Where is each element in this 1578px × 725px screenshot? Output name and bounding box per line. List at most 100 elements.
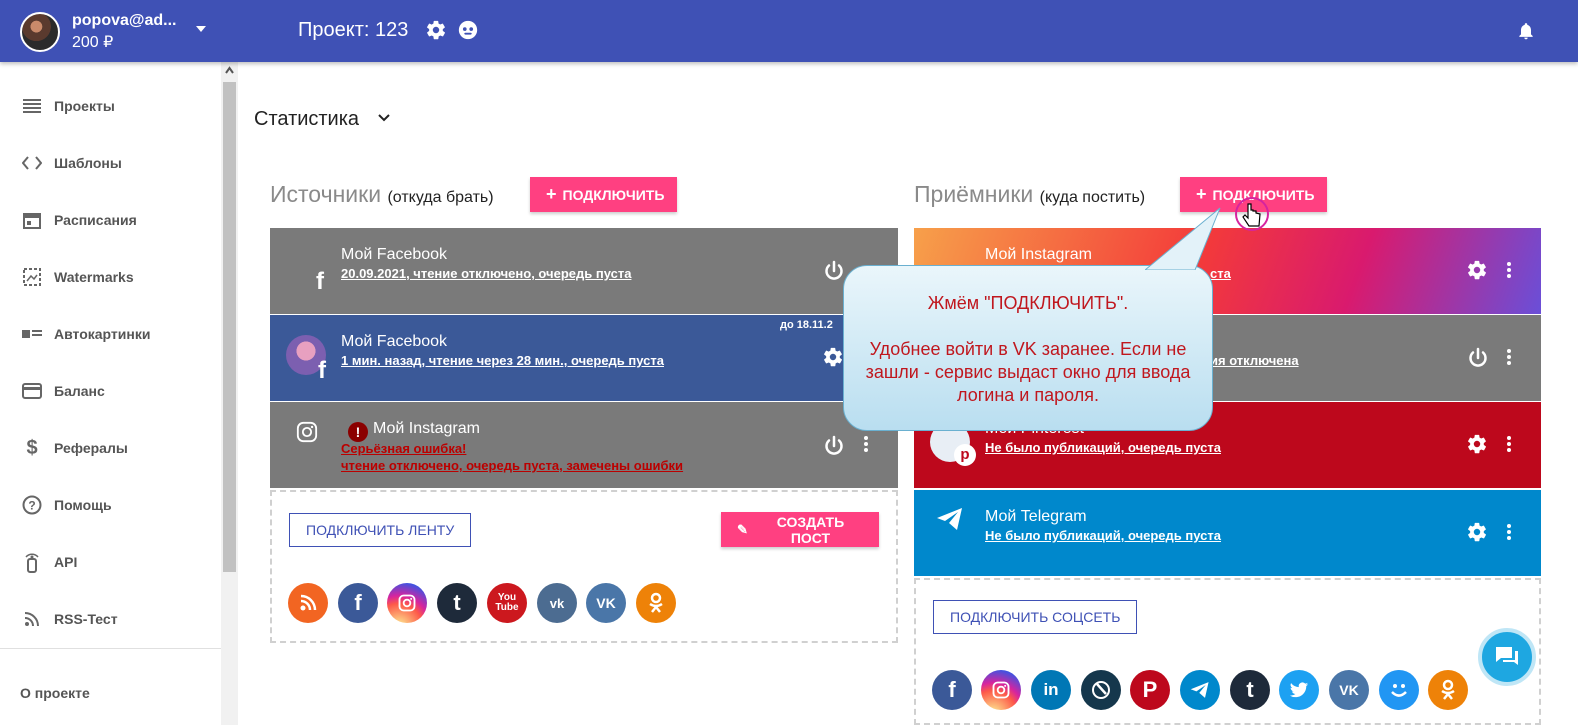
card-name: Мой Instagram [373,420,480,437]
gear-icon[interactable] [1466,259,1488,281]
facebook-icon[interactable]: f [338,583,378,623]
power-icon[interactable] [822,259,846,283]
tooltip-tail [1145,207,1221,270]
card-status[interactable]: ия отключена [1210,353,1299,368]
more-vert-icon[interactable] [1506,523,1512,541]
sidebar-item-referrals[interactable]: $ Рефералы [0,428,221,468]
telegram-icon[interactable] [1180,670,1220,710]
odnoklassniki-icon[interactable] [1428,670,1468,710]
code-icon [21,152,43,174]
tumblr-icon[interactable]: t [437,583,477,623]
facebook-icon: f [316,268,324,295]
credit-card-icon [21,380,43,402]
vk-icon[interactable]: VK [586,583,626,623]
svg-text:?: ? [28,499,35,513]
gear-icon[interactable] [1466,521,1488,543]
card-name: Мой Facebook [341,246,448,263]
source-card-instagram[interactable]: ! Мой Instagram Серьёзная ошибка! чтение… [270,402,898,488]
page-title[interactable]: Статистика [254,108,359,131]
twitter-icon[interactable] [1279,670,1319,710]
sidebar-item-rss-test[interactable]: RSS-Тест [0,599,221,639]
vk-icon[interactable]: vk [537,583,577,623]
bot-icon[interactable] [457,19,479,41]
chevron-down-icon[interactable] [196,26,206,32]
watermark-icon [21,266,43,288]
targets-title: Приёмники [914,181,1034,207]
plus-icon: + [1196,184,1207,204]
source-card-facebook-1[interactable]: f Мой Facebook 20.09.2021, чтение отключ… [270,228,898,314]
avatar[interactable] [20,12,60,52]
gear-icon[interactable] [1466,433,1488,455]
sidebar-scrollbar[interactable] [221,62,238,725]
gear-icon[interactable] [822,346,844,368]
calendar-icon [21,209,43,231]
sources-subtitle: (откуда брать) [387,189,494,206]
sidebar-item-label: Рефералы [54,440,128,456]
sidebar-item-balance[interactable]: Баланс [0,371,221,411]
more-vert-icon[interactable] [863,435,869,453]
sidebar-item-help[interactable]: ? Помощь [0,485,221,525]
more-vert-icon[interactable] [1506,261,1512,279]
rss-icon [21,608,43,630]
sidebar-about-link[interactable]: О проекте [20,685,90,701]
card-status[interactable]: 1 мин. назад, чтение через 28 мин., очер… [341,353,664,368]
telegram-icon [937,508,962,530]
sidebar-item-label: Проекты [54,98,115,114]
create-post-button[interactable]: ✎ СОЗДАТЬ ПОСТ [721,512,879,547]
more-vert-icon[interactable] [1506,435,1512,453]
card-status[interactable]: 20.09.2021, чтение отключено, очередь пу… [341,266,631,281]
more-vert-icon[interactable] [1506,348,1512,366]
power-icon[interactable] [1466,346,1490,370]
sidebar-item-label: Помощь [54,497,112,513]
sources-title: Источники [270,181,382,207]
sidebar: Проекты Шаблоны Расписания Watermarks Ав… [0,62,221,725]
card-status[interactable]: чтение отключено, очередь пуста, замечен… [341,458,683,473]
card-status[interactable]: Не было публикаций, очередь пуста [985,528,1221,543]
pinterest-icon[interactable]: P [1130,670,1170,710]
user-email[interactable]: popova@ad... [72,12,177,30]
tumblr-icon[interactable]: t [1230,670,1270,710]
linkedin-icon[interactable]: in [1031,670,1071,710]
sidebar-item-schedules[interactable]: Расписания [0,200,221,240]
list-icon [21,95,43,117]
chat-icon [1496,647,1518,665]
connect-feed-button[interactable]: ПОДКЛЮЧИТЬ ЛЕНТУ [289,513,472,547]
sidebar-item-projects[interactable]: Проекты [0,86,221,126]
power-icon[interactable] [822,434,846,458]
instagram-icon[interactable] [981,670,1021,710]
hint-tooltip: Жмём "ПОДКЛЮЧИТЬ". Удобнее войти в VK за… [843,265,1213,431]
facebook-icon[interactable]: f [932,670,972,710]
bell-icon[interactable] [1516,20,1536,42]
chevron-down-icon[interactable] [378,113,390,123]
chevron-up-icon[interactable] [225,66,234,75]
sidebar-item-watermarks[interactable]: Watermarks [0,257,221,297]
scrollbar-thumb[interactable] [223,82,236,572]
source-card-facebook-2[interactable]: f до 18.11.2 Мой Facebook 1 мин. назад, … [270,315,898,401]
sources-heading: Источники (откуда брать) [270,181,494,208]
expiry-tag: до 18.11.2 [780,319,833,331]
facebook-icon: f [286,333,336,384]
chat-button[interactable] [1478,628,1536,686]
connect-social-button[interactable]: ПОДКЛЮЧИТЬ СОЦСЕТЬ [933,600,1138,634]
sidebar-item-templates[interactable]: Шаблоны [0,143,221,183]
hand-cursor-icon [1235,197,1269,231]
sidebar-item-autopictures[interactable]: Автокартинки [0,314,221,354]
gear-icon[interactable] [425,19,447,41]
card-error[interactable]: Серьёзная ошибка! [341,441,466,456]
vk-icon[interactable]: VK [1329,670,1369,710]
rss-icon[interactable] [288,583,328,623]
livejournal-icon[interactable] [1081,670,1121,710]
target-card-telegram[interactable]: Мой Telegram Не было публикаций, очередь… [914,490,1541,576]
connect-source-button[interactable]: + ПОДКЛЮЧИТЬ [530,177,677,212]
sidebar-item-label: RSS-Тест [54,611,118,627]
odnoklassniki-icon[interactable] [636,583,676,623]
youtube-icon[interactable]: You Tube [487,583,527,623]
tooltip-line-1: Жмём "ПОДКЛЮЧИТЬ". [927,293,1129,313]
sidebar-item-api[interactable]: API [0,542,221,582]
plus-icon: + [546,184,557,204]
sidebar-item-label: Шаблоны [54,155,122,171]
vk-smile-icon[interactable] [1379,670,1419,710]
button-label: СОЗДАТЬ ПОСТ [776,513,845,546]
instagram-icon[interactable] [387,583,427,623]
card-status[interactable]: Не было публикаций, очередь пуста [985,440,1221,455]
